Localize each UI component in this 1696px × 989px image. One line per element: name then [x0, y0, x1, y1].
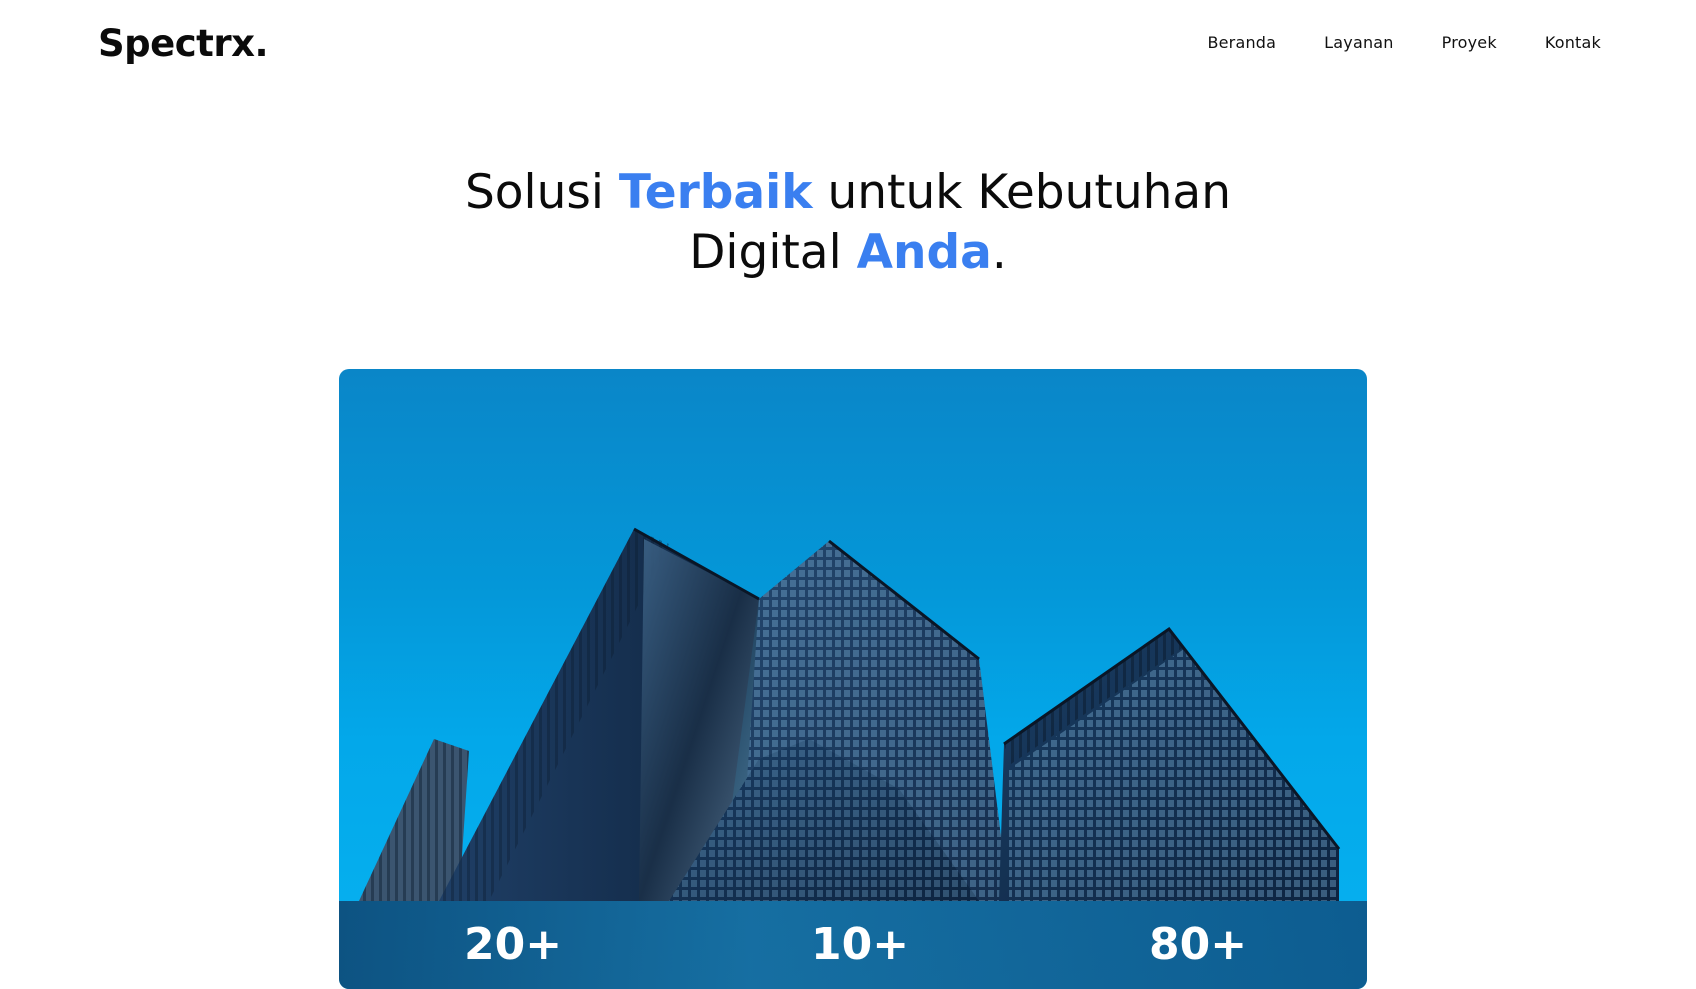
- stat-value: 80+: [1149, 919, 1248, 970]
- nav-item-proyek: Proyek: [1442, 33, 1497, 52]
- stat-value: 10+: [811, 919, 910, 970]
- stat-value: 20+: [464, 919, 563, 970]
- hero-heading-part: .: [991, 225, 1007, 280]
- nav-item-layanan: Layanan: [1324, 33, 1393, 52]
- nav-item-kontak: Kontak: [1545, 33, 1601, 52]
- nav-link-kontak[interactable]: Kontak: [1545, 33, 1601, 52]
- hero-heading-accent: Anda: [856, 225, 992, 280]
- top-navbar: Spectrx. Beranda Layanan Proyek Kontak: [0, 0, 1696, 90]
- hero-image-card: 20+ 10+ 80+: [339, 369, 1367, 989]
- nav-link-proyek[interactable]: Proyek: [1442, 33, 1497, 52]
- nav-link-layanan[interactable]: Layanan: [1324, 33, 1393, 52]
- hero-heading-accent: Terbaik: [618, 165, 813, 220]
- nav-link-beranda[interactable]: Beranda: [1207, 33, 1276, 52]
- skyscrapers-illustration: [359, 527, 1341, 901]
- nav-menu: Beranda Layanan Proyek Kontak: [1207, 33, 1601, 52]
- nav-item-beranda: Beranda: [1207, 33, 1276, 52]
- stats-bar: 20+ 10+ 80+: [339, 901, 1367, 989]
- brand-logo[interactable]: Spectrx.: [98, 22, 269, 65]
- hero-heading: Solusi Terbaik untuk Kebutuhan Digital An…: [0, 163, 1696, 283]
- hero-heading-part: Solusi: [464, 165, 619, 220]
- hero-heading-part: untuk Kebutuhan: [812, 165, 1232, 220]
- hero-heading-part: Digital: [689, 225, 857, 280]
